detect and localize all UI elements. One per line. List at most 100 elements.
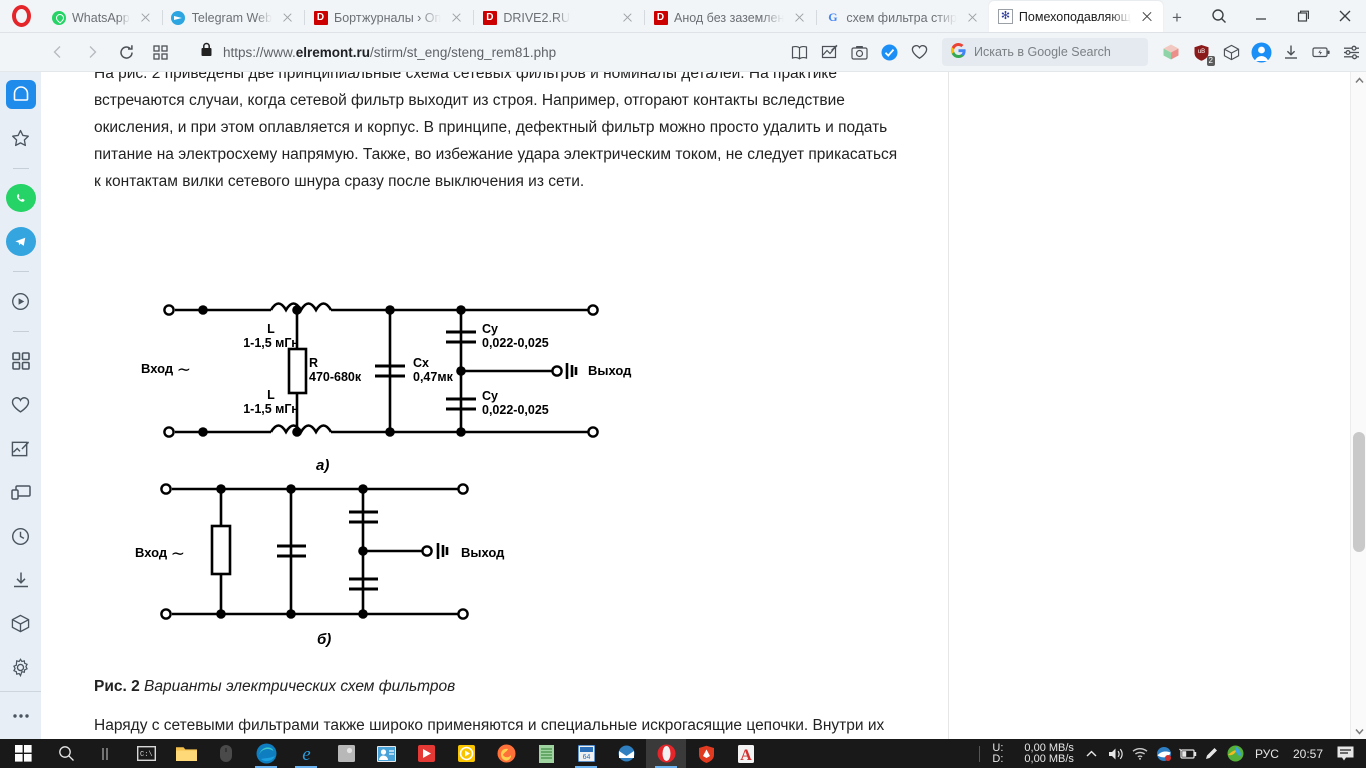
easy-setup-icon[interactable] <box>1336 35 1366 69</box>
favorites-heart-icon[interactable] <box>904 35 934 69</box>
google-icon <box>950 43 966 61</box>
extension-box-icon[interactable] <box>1216 35 1246 69</box>
mouse-settings-icon[interactable] <box>206 739 246 768</box>
page-scrollbar[interactable] <box>1350 72 1366 739</box>
scroll-down-icon[interactable] <box>1351 723 1366 739</box>
microsoft-edge-icon[interactable] <box>246 739 286 768</box>
command-prompt-icon[interactable]: C:\ <box>126 739 166 768</box>
brave-icon[interactable] <box>686 739 726 768</box>
browser-window: WhatsApp Telegram Web D Бортжурналы › Оп… <box>0 0 1366 768</box>
file-explorer-icon[interactable] <box>166 739 206 768</box>
tab-bortzhurnaly[interactable]: D Бортжурналы › Оп <box>304 3 473 32</box>
close-button[interactable] <box>1324 0 1366 32</box>
windows-taskbar: C:\ e 64 A U: D: 0,00 MB/s 0,00 MB/s РУС… <box>0 739 1366 768</box>
grey-app-icon[interactable] <box>326 739 366 768</box>
aimp-player-icon[interactable] <box>406 739 446 768</box>
firefox-icon[interactable] <box>486 739 526 768</box>
sidebar-item-whatsapp[interactable] <box>5 183 36 213</box>
scrollbar-thumb[interactable] <box>1353 432 1365 552</box>
task-view-icon[interactable] <box>86 739 126 768</box>
ublock-origin-icon[interactable]: uB 2 <box>1186 35 1216 69</box>
tab-label: Telegram Web <box>191 10 273 25</box>
circuit-b-labels: Вход ∼ Выход б) <box>135 474 601 654</box>
tab-telegram-web[interactable]: Telegram Web <box>161 3 304 32</box>
tab-pomehopodavlyayushchiy[interactable]: ✻ Помехоподавляющ <box>988 1 1163 32</box>
mail-icon[interactable] <box>606 739 646 768</box>
tab-whatsapp[interactable]: WhatsApp <box>42 3 162 32</box>
tab-google-search[interactable]: G схем фильтра стир <box>816 3 989 32</box>
camera-icon[interactable] <box>844 35 874 69</box>
network-speed-monitor[interactable]: U: D: 0,00 MB/s 0,00 MB/s <box>986 741 1080 765</box>
new-tab-button[interactable]: + <box>1163 3 1191 32</box>
sidebar-item-heart[interactable] <box>6 391 36 420</box>
contacts-icon[interactable] <box>366 739 406 768</box>
cy-top-label: Cy 0,022-0,025 <box>482 322 549 350</box>
tab-search-icon[interactable] <box>1198 0 1240 32</box>
close-icon[interactable] <box>790 8 810 28</box>
opera-logo[interactable] <box>0 0 42 32</box>
close-icon[interactable] <box>136 8 156 28</box>
sidebar-item-speeddial[interactable] <box>6 347 36 376</box>
internet-explorer-icon[interactable]: e <box>286 739 326 768</box>
show-hidden-icons-icon[interactable] <box>1080 739 1104 768</box>
close-icon[interactable] <box>618 8 638 28</box>
pen-icon[interactable] <box>1200 739 1224 768</box>
close-icon[interactable] <box>278 8 298 28</box>
reload-icon[interactable] <box>109 35 143 69</box>
clock[interactable]: 20:57 <box>1286 747 1330 761</box>
edit-snapshot-icon[interactable] <box>814 35 844 69</box>
calculator-icon[interactable]: 64 <box>566 739 606 768</box>
sidebar-item-flow[interactable] <box>6 478 36 507</box>
lock-icon[interactable] <box>200 42 213 62</box>
ublock-badge: 2 <box>1206 56 1215 66</box>
close-icon[interactable] <box>1137 7 1157 27</box>
vpn-shield-icon[interactable] <box>874 35 904 69</box>
idm-icon[interactable] <box>1224 739 1248 768</box>
acrobat-reader-icon[interactable]: A <box>726 739 766 768</box>
ac-symbol: ∼ <box>170 544 186 563</box>
sidebar-item-more[interactable] <box>6 701 36 731</box>
tab-anod[interactable]: D Анод без заземлен <box>644 3 816 32</box>
action-center-icon[interactable] <box>1330 739 1360 768</box>
search-input[interactable]: Искать в Google Search <box>942 38 1148 66</box>
taskbar-search-icon[interactable] <box>46 739 86 768</box>
close-icon[interactable] <box>963 8 983 28</box>
sidebar-item-downloads[interactable] <box>6 566 36 595</box>
sidebar-item-pinboard[interactable] <box>6 434 36 463</box>
sidebar-item-settings[interactable] <box>6 653 36 682</box>
forward-arrow-icon[interactable] <box>75 35 109 69</box>
net-up-label: U: <box>992 741 1004 754</box>
address-bar[interactable]: https://www.elremont.ru/stirm/st_eng/ste… <box>177 37 784 67</box>
battery-icon[interactable] <box>1306 35 1336 69</box>
download-icon[interactable] <box>1276 35 1306 69</box>
language-indicator[interactable]: РУС <box>1248 747 1286 761</box>
scroll-up-icon[interactable] <box>1351 72 1366 88</box>
back-arrow-icon[interactable] <box>41 35 75 69</box>
windows-start-icon[interactable] <box>0 739 46 768</box>
profile-avatar-icon[interactable] <box>1246 35 1276 69</box>
net-down-value: 0,00 MB/s <box>1024 752 1074 765</box>
opera-icon[interactable] <box>646 739 686 768</box>
wifi-icon[interactable] <box>1128 739 1152 768</box>
maximize-button[interactable] <box>1282 0 1324 32</box>
book-icon[interactable] <box>784 35 814 69</box>
workspaces-icon[interactable] <box>143 35 177 69</box>
input-label-b: Вход ∼ <box>135 544 186 563</box>
sidebar-item-extensions[interactable] <box>6 609 36 638</box>
volume-icon[interactable] <box>1104 739 1128 768</box>
sidebar-item-player[interactable] <box>6 287 36 316</box>
minimize-button[interactable] <box>1240 0 1282 32</box>
extension-cube-icon[interactable] <box>1156 35 1186 69</box>
drive2-icon: D <box>482 10 497 25</box>
site-icon: ✻ <box>997 9 1013 24</box>
sidebar-item-telegram[interactable] <box>5 227 36 257</box>
tab-drive2[interactable]: D DRIVE2.RU <box>473 3 644 32</box>
notepad-icon[interactable] <box>526 739 566 768</box>
sidebar-item-history[interactable] <box>6 522 36 551</box>
sidebar-item-home[interactable] <box>5 80 36 109</box>
potplayer-icon[interactable] <box>446 739 486 768</box>
battery-icon[interactable] <box>1176 739 1200 768</box>
sidebar-item-favorites[interactable] <box>6 124 36 153</box>
close-icon[interactable] <box>447 8 467 28</box>
antivirus-icon[interactable] <box>1152 739 1176 768</box>
